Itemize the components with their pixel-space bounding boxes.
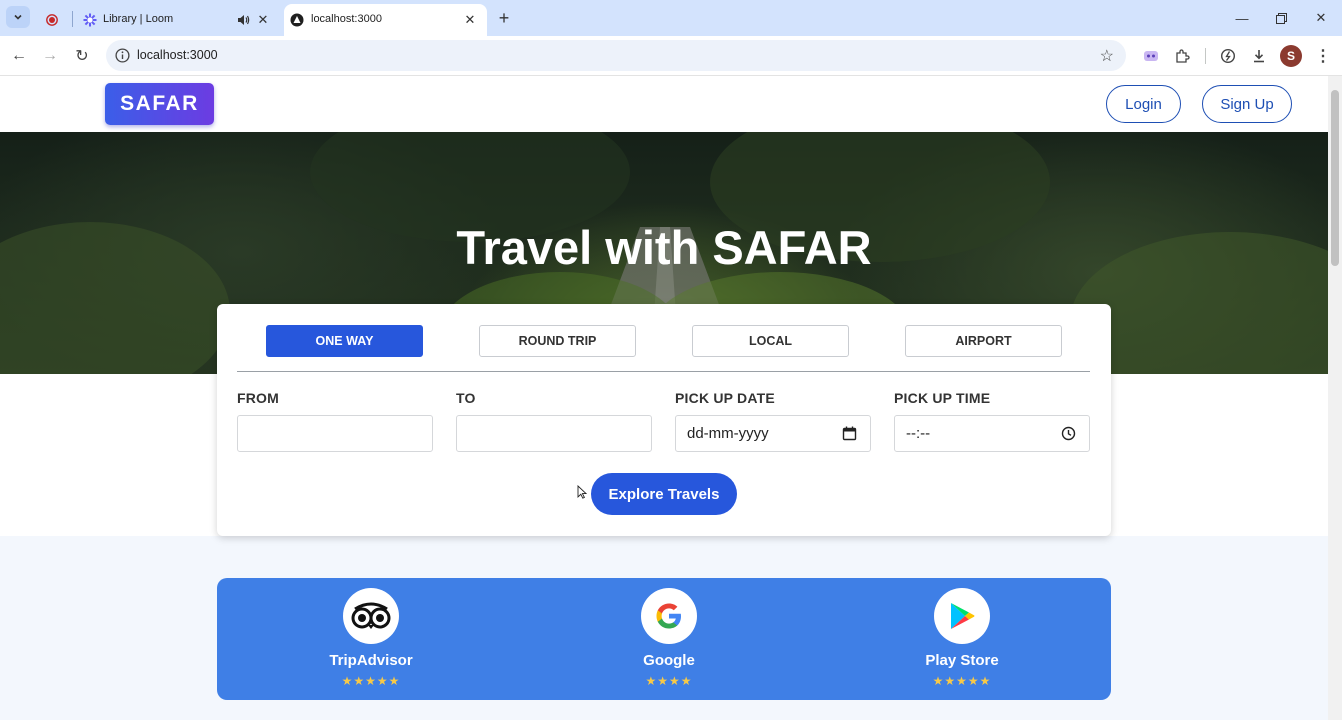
speaker-icon[interactable]: [236, 13, 250, 27]
restore-button[interactable]: [1271, 8, 1291, 28]
new-tab-button[interactable]: +: [494, 8, 514, 28]
extension-badge-icon: [1144, 51, 1158, 61]
rating-stars: ★★★★★: [932, 674, 992, 688]
reload-button[interactable]: ↻: [71, 45, 93, 67]
loom-icon: [83, 13, 97, 27]
tab-title: localhost:3000: [311, 13, 382, 25]
plus-icon: +: [498, 7, 510, 28]
chevron-down-icon: [14, 14, 22, 20]
tab-separator: [72, 11, 73, 27]
calendar-icon[interactable]: [842, 426, 857, 441]
browser-menu-button[interactable]: ⋮: [1312, 45, 1334, 67]
trip-tab-local[interactable]: LOCAL: [692, 325, 849, 357]
tripadvisor-icon: [351, 602, 391, 629]
from-input[interactable]: [237, 415, 433, 452]
tab-search-button[interactable]: [6, 6, 30, 28]
play-store-logo: [934, 588, 990, 644]
tab-library-loom[interactable]: Library | Loom ✕: [76, 4, 282, 36]
bookmark-star-icon[interactable]: ☆: [1100, 46, 1114, 66]
performance-button[interactable]: [1217, 45, 1239, 67]
signup-button[interactable]: Sign Up: [1202, 85, 1292, 123]
extensions-button[interactable]: [1171, 45, 1193, 67]
restore-icon: [1275, 12, 1287, 24]
tab-recording[interactable]: [36, 4, 76, 36]
pickup-time-input[interactable]: --:--: [894, 415, 1090, 452]
site-header: SAFAR Login Sign Up: [0, 76, 1328, 132]
to-label: TO: [456, 390, 476, 406]
rating-tripadvisor[interactable]: TripAdvisor ★★★★★: [291, 588, 451, 688]
pickup-time-label: PICK UP TIME: [894, 390, 991, 406]
close-tab-icon[interactable]: ✕: [256, 12, 270, 27]
scrollbar-thumb[interactable]: [1331, 90, 1339, 266]
rating-google[interactable]: Google ★★★★: [589, 588, 749, 688]
rating-name: TripAdvisor: [329, 652, 413, 669]
to-input[interactable]: [456, 415, 652, 452]
ratings-banner: TripAdvisor ★★★★★ Google ★★★★ Play Store…: [217, 578, 1111, 700]
trip-tab-one-way[interactable]: ONE WAY: [266, 325, 423, 357]
mouse-cursor-icon: [577, 485, 587, 499]
explore-travels-button[interactable]: Explore Travels: [591, 473, 737, 515]
arrow-right-icon: →: [42, 47, 58, 64]
close-icon: ✕: [1315, 10, 1327, 25]
kebab-menu-icon: ⋮: [1315, 48, 1331, 65]
avatar-initial: S: [1286, 49, 1295, 63]
toolbar-separator: [1205, 48, 1206, 64]
close-window-button[interactable]: ✕: [1311, 8, 1331, 28]
pickup-date-input[interactable]: dd-mm-yyyy: [675, 415, 871, 452]
tripadvisor-logo: [343, 588, 399, 644]
download-icon: [1254, 50, 1264, 63]
pickup-date-value: dd-mm-yyyy: [687, 425, 769, 442]
rating-name: Google: [643, 652, 695, 669]
pickup-time-value: --:--: [906, 425, 931, 442]
rating-stars: ★★★★★: [341, 674, 401, 688]
google-icon: [656, 603, 681, 629]
minimize-icon: —: [1235, 10, 1249, 26]
tab-divider: [237, 371, 1090, 372]
arrow-left-icon: ←: [11, 47, 27, 64]
rating-stars: ★★★★: [645, 674, 693, 688]
forward-button[interactable]: →: [39, 45, 61, 67]
rating-play-store[interactable]: Play Store ★★★★★: [882, 588, 1042, 688]
speedometer-icon: [1220, 48, 1236, 64]
reload-icon: ↻: [75, 48, 89, 65]
trip-tab-airport[interactable]: AIRPORT: [905, 325, 1062, 357]
trip-tab-round-trip[interactable]: ROUND TRIP: [479, 325, 636, 357]
login-button[interactable]: Login: [1106, 85, 1181, 123]
url-text[interactable]: localhost:3000: [137, 48, 218, 62]
tab-title: Library | Loom: [103, 13, 174, 25]
browser-tab-strip: Library | Loom ✕ localhost:3000 ✕ + — ✕: [0, 0, 1342, 36]
puzzle-icon: [1176, 49, 1190, 63]
rating-name: Play Store: [925, 652, 999, 669]
google-logo: [641, 588, 697, 644]
profile-avatar[interactable]: S: [1280, 45, 1302, 67]
extension-button[interactable]: [1140, 45, 1162, 67]
from-label: FROM: [237, 390, 280, 406]
address-bar[interactable]: localhost:3000 ☆: [106, 40, 1126, 71]
close-tab-icon[interactable]: ✕: [463, 12, 477, 27]
tab-localhost[interactable]: localhost:3000 ✕: [284, 4, 487, 36]
site-info-icon[interactable]: [115, 48, 130, 63]
web-page: SAFAR Login Sign Up Travel with SAFAR ON…: [0, 76, 1328, 720]
pickup-date-label: PICK UP DATE: [675, 390, 775, 406]
safar-logo[interactable]: SAFAR: [105, 83, 214, 125]
record-icon: [46, 14, 58, 26]
booking-card: ONE WAY ROUND TRIP LOCAL AIRPORT FROM TO…: [217, 304, 1111, 536]
back-button[interactable]: ←: [8, 45, 30, 67]
clock-icon[interactable]: [1061, 426, 1076, 441]
site-favicon-icon: [290, 13, 304, 27]
play-store-icon: [951, 603, 975, 629]
page-scrollbar[interactable]: [1328, 76, 1342, 720]
browser-toolbar: ← → ↻ localhost:3000 ☆ S ⋮: [0, 36, 1342, 76]
minimize-button[interactable]: —: [1232, 8, 1252, 28]
hero-title: Travel with SAFAR: [456, 221, 872, 274]
downloads-button[interactable]: [1248, 45, 1270, 67]
